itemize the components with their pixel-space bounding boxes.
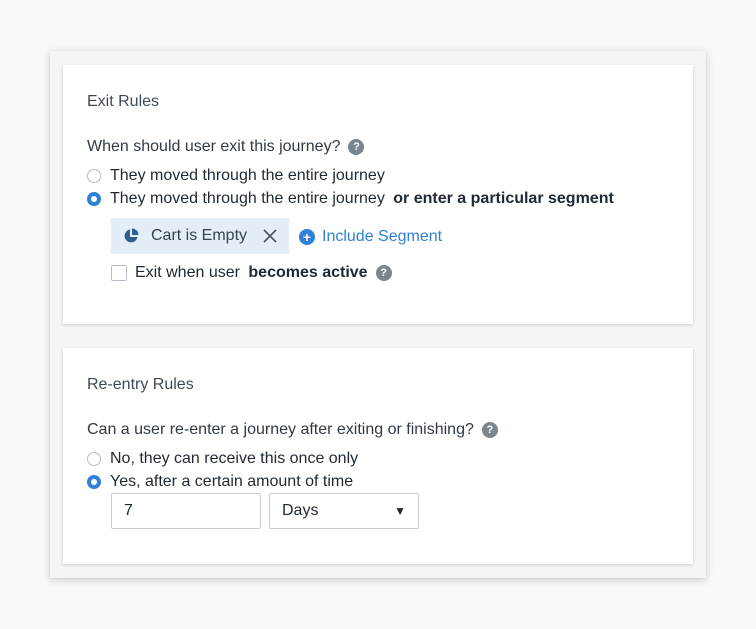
exit-option-label: They moved through the entire journey xyxy=(110,190,390,207)
exit-when-active-label-bold: becomes active xyxy=(248,264,368,281)
radio-button[interactable] xyxy=(87,452,101,466)
exit-option-journey-or-segment[interactable]: They moved through the entire journey or… xyxy=(87,190,614,208)
exit-option-label: They moved through the entire journey xyxy=(110,167,385,184)
time-unit-select[interactable]: Days ▼ xyxy=(269,493,419,529)
reentry-option-label: Yes, after a certain amount of time xyxy=(110,473,354,490)
segment-chip-label: Cart is Empty xyxy=(151,227,248,244)
reentry-question-label: Can a user re-enter a journey after exit… xyxy=(87,421,474,438)
radio-button-selected[interactable] xyxy=(87,475,101,489)
exit-question: When should user exit this journey? ? xyxy=(87,138,365,156)
exit-when-active-option[interactable]: Exit when user becomes active ? xyxy=(111,264,392,282)
help-icon[interactable]: ? xyxy=(375,265,392,281)
segment-chip[interactable]: Cart is Empty xyxy=(111,218,290,254)
exit-rules-card: Exit Rules When should user exit this jo… xyxy=(63,65,693,324)
reentry-option-label: No, they can receive this once only xyxy=(110,450,359,467)
reentry-rules-title: Re-entry Rules xyxy=(87,376,194,393)
plus-circle-icon: + xyxy=(299,229,315,245)
include-segment-label: Include Segment xyxy=(322,228,443,245)
pie-chart-icon xyxy=(123,228,139,244)
exit-rules-title: Exit Rules xyxy=(87,93,160,110)
exit-when-active-label: Exit when user xyxy=(135,264,245,281)
help-icon[interactable]: ? xyxy=(348,139,365,155)
reentry-option-once-only[interactable]: No, they can receive this once only xyxy=(87,450,358,468)
help-icon[interactable]: ? xyxy=(481,422,498,438)
radio-button-selected[interactable] xyxy=(87,192,101,206)
radio-button[interactable] xyxy=(87,169,101,183)
reentry-question: Can a user re-enter a journey after exit… xyxy=(87,421,498,439)
exit-option-label-bold: or enter a particular segment xyxy=(393,190,614,207)
include-segment-button[interactable]: + Include Segment xyxy=(299,228,442,246)
time-unit-selected: Days xyxy=(282,502,319,519)
rules-panel: Exit Rules When should user exit this jo… xyxy=(50,51,706,578)
close-icon[interactable] xyxy=(263,229,277,243)
exit-question-label: When should user exit this journey? xyxy=(87,138,341,155)
reentry-rules-card: Re-entry Rules Can a user re-enter a jou… xyxy=(63,348,693,564)
caret-down-icon: ▼ xyxy=(394,504,406,518)
time-amount-input[interactable] xyxy=(111,493,261,529)
exit-when-active-checkbox[interactable] xyxy=(111,265,127,281)
reentry-option-after-time[interactable]: Yes, after a certain amount of time xyxy=(87,473,353,491)
exit-option-entire-journey[interactable]: They moved through the entire journey xyxy=(87,167,385,185)
